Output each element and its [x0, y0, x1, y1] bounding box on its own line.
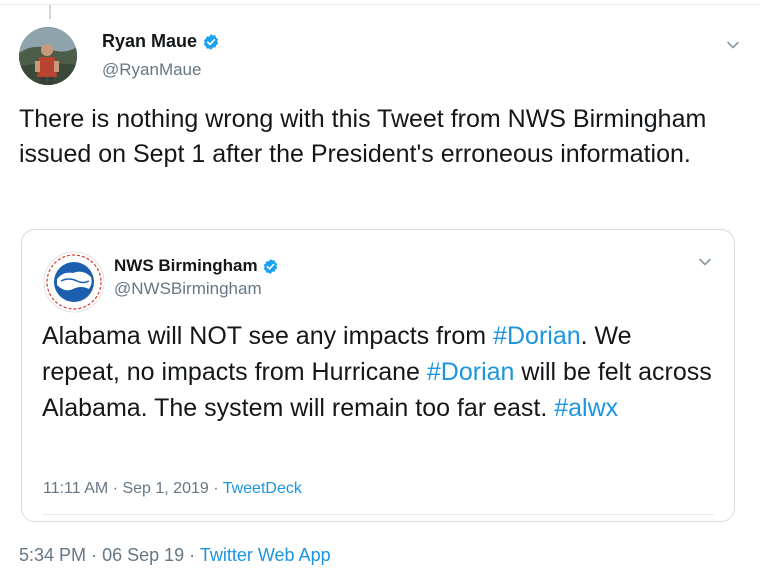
- top-divider: [0, 4, 760, 5]
- source-link[interactable]: Twitter Web App: [200, 545, 331, 565]
- avatar[interactable]: [19, 27, 77, 85]
- quoted-display-name[interactable]: NWS Birmingham: [114, 256, 258, 276]
- quoted-tweet-meta: 11:11 AM · Sep 1, 2019 · TweetDeck: [43, 480, 302, 498]
- quoted-tweet-card[interactable]: NWS Birmingham @NWSBirmingham Alabama wi…: [21, 229, 735, 522]
- meta-separator: ·: [91, 545, 98, 565]
- tweet-meta: 5:34 PM · 06 Sep 19 · Twitter Web App: [19, 545, 331, 566]
- quoted-bottom-divider: [42, 514, 714, 515]
- quoted-tweet-text: Alabama will NOT see any impacts from #D…: [42, 318, 712, 426]
- avatar-photo-icon: [19, 27, 77, 85]
- quoted-date[interactable]: Sep 1, 2019: [122, 480, 208, 497]
- meta-separator: ·: [112, 480, 119, 497]
- chevron-down-icon[interactable]: [696, 253, 714, 271]
- meta-separator: ·: [213, 480, 219, 497]
- tweet-timestamp[interactable]: 5:34 PM: [19, 545, 86, 565]
- hashtag-link[interactable]: #alwx: [554, 394, 618, 422]
- verified-badge-icon: [263, 258, 277, 274]
- hashtag-link[interactable]: #Dorian: [427, 358, 515, 386]
- quoted-author-name-row[interactable]: NWS Birmingham: [114, 256, 279, 276]
- author-handle[interactable]: @RyanMaue: [102, 60, 201, 80]
- quoted-timestamp[interactable]: 11:11 AM: [43, 480, 108, 497]
- tweet-text: There is nothing wrong with this Tweet f…: [19, 105, 707, 168]
- quoted-source-link[interactable]: TweetDeck: [223, 480, 302, 497]
- meta-separator: ·: [189, 545, 196, 565]
- verified-badge-icon: [203, 33, 219, 50]
- chevron-down-icon[interactable]: [724, 36, 742, 54]
- quoted-handle[interactable]: @NWSBirmingham: [114, 279, 262, 299]
- author-name-row[interactable]: Ryan Maue: [102, 31, 220, 52]
- hashtag-link[interactable]: #Dorian: [493, 322, 581, 350]
- nws-logo-icon: [43, 251, 105, 313]
- quoted-text-segment: Alabama will NOT see any impacts from: [42, 322, 494, 350]
- thread-connector-line: [49, 5, 51, 19]
- author-display-name[interactable]: Ryan Maue: [102, 31, 197, 52]
- tweet-date[interactable]: 06 Sep 19: [102, 545, 184, 565]
